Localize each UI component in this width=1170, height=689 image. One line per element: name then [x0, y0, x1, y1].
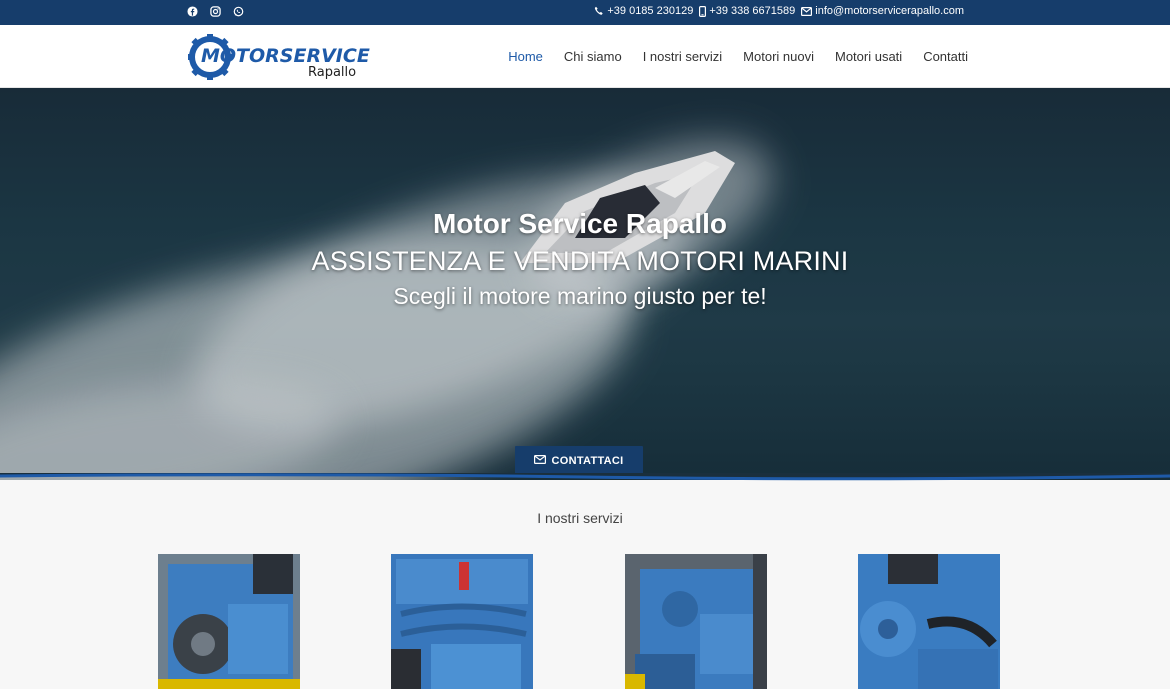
engine-image — [158, 554, 300, 689]
service-card[interactable] — [158, 554, 300, 689]
service-card[interactable] — [858, 554, 1000, 689]
site-header: MOTORSERVICE Rapallo Home Chi siamo I no… — [0, 25, 1170, 88]
nav-item-chi-siamo[interactable]: Chi siamo — [564, 49, 622, 64]
contact-info: +39 0185 230129 +39 338 6671589 info@mot… — [594, 5, 964, 17]
whatsapp-icon[interactable] — [232, 5, 245, 18]
logo-brand-text: MOTORSERVICE — [201, 45, 370, 67]
engine-image — [625, 554, 767, 689]
hero-subtitle: ASSISTENZA E VENDITA MOTORI MARINI — [311, 246, 849, 276]
envelope-icon — [534, 455, 547, 467]
phone-icon — [594, 6, 604, 16]
nav-item-contatti[interactable]: Contatti — [923, 49, 968, 64]
main-nav: Home Chi siamo I nostri servizi Motori n… — [508, 49, 968, 64]
hero-banner: Motor Service Rapallo ASSISTENZA E VENDI… — [0, 88, 1170, 480]
top-bar: +39 0185 230129 +39 338 6671589 info@mot… — [0, 0, 1170, 25]
nav-item-servizi[interactable]: I nostri servizi — [643, 49, 722, 64]
nav-item-home[interactable]: Home — [508, 49, 543, 64]
mobile-icon — [699, 5, 707, 17]
engine-image — [858, 554, 1000, 689]
engine-image — [391, 554, 533, 689]
site-logo[interactable]: MOTORSERVICE Rapallo — [188, 33, 378, 81]
section-divider-wave — [0, 473, 1170, 481]
nav-item-motori-nuovi[interactable]: Motori nuovi — [743, 49, 814, 64]
service-card[interactable] — [391, 554, 533, 689]
social-links — [186, 5, 245, 18]
contattaci-button[interactable]: CONTATTACI — [515, 446, 643, 476]
services-title: I nostri servizi — [537, 510, 623, 526]
phone-link[interactable]: +39 0185 230129 — [594, 5, 693, 17]
hero-title: Motor Service Rapallo — [432, 208, 728, 239]
envelope-icon — [801, 6, 813, 16]
nav-item-motori-usati[interactable]: Motori usati — [835, 49, 902, 64]
mobile-link[interactable]: +39 338 6671589 — [699, 5, 795, 17]
hero-tagline: Scegli il motore marino giusto per te! — [393, 283, 767, 309]
logo-sub-text: Rapallo — [308, 65, 357, 80]
service-card[interactable] — [625, 554, 767, 689]
email-link[interactable]: info@motorservicerapallo.com — [801, 5, 964, 17]
instagram-icon[interactable] — [209, 5, 222, 18]
facebook-icon[interactable] — [186, 5, 199, 18]
